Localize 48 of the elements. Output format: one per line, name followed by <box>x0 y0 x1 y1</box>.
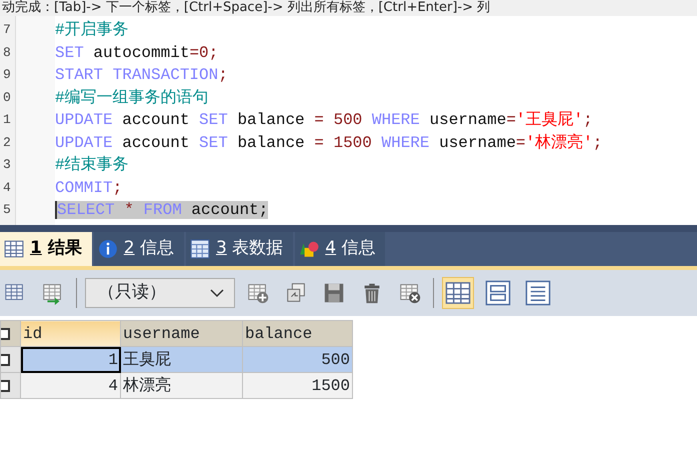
result-tab[interactable]: 1 结果 <box>0 232 92 266</box>
row-checkbox[interactable] <box>0 380 10 392</box>
info-icon <box>98 239 118 259</box>
code-line: UPDATE account SET balance = 500 WHERE username='王臭屁'; <box>55 111 593 129</box>
result-tab[interactable]: 3 表数据 <box>186 232 294 266</box>
mode-select[interactable]: （只读） <box>85 278 235 308</box>
line-number: 0 <box>3 88 12 106</box>
table-cell: 1 <box>20 346 120 372</box>
save-icon <box>322 281 346 305</box>
code-line: START TRANSACTION; <box>55 66 228 84</box>
code-line: COMMIT; <box>55 178 122 196</box>
code-line: #开启事务 <box>55 21 129 39</box>
line-number: 7 <box>3 21 12 39</box>
select-all-checkbox[interactable] <box>0 328 10 340</box>
shapes-icon <box>299 239 320 259</box>
result-tab[interactable]: 2 信息 <box>94 232 184 266</box>
line-number: 9 <box>3 66 12 84</box>
row-checkbox[interactable] <box>0 354 10 366</box>
column-header[interactable]: username <box>120 320 242 346</box>
text-lines-icon <box>525 280 551 306</box>
table-icon <box>190 239 210 259</box>
line-number: 1 <box>3 111 12 129</box>
code-line: #结束事务 <box>55 156 129 174</box>
grid-icon <box>4 239 24 259</box>
table-cell: 林漂亮 <box>120 372 242 398</box>
line-number: 4 <box>3 178 12 196</box>
line-number: 5 <box>3 201 12 219</box>
add-row-icon <box>246 281 270 305</box>
table-cell: 1500 <box>242 372 352 398</box>
code-line: SET autocommit=0; <box>55 44 218 62</box>
copy-row-icon <box>284 281 308 305</box>
line-number: 3 <box>3 156 12 174</box>
table-cell: 王臭屁 <box>120 346 242 372</box>
table-cell: 500 <box>242 346 352 372</box>
code-line: UPDATE account SET balance = 1500 WHERE username='林漂亮'; <box>55 134 602 152</box>
table-cell: 4 <box>20 372 120 398</box>
delete-row-icon <box>398 281 422 305</box>
code-line: #编写一组事务的语句 <box>55 88 209 106</box>
hint-text: 动完成：[Tab]-> 下一个标签，[Ctrl+Space]-> 列出所有标签，[Ctrl+Enter]-> 列 <box>0 0 697 16</box>
line-number: 2 <box>3 134 12 152</box>
column-header[interactable]: id <box>20 320 120 346</box>
grid-icon <box>445 280 471 306</box>
chevron-icon <box>210 288 224 298</box>
column-header[interactable]: balance <box>242 320 352 346</box>
line-number: 8 <box>3 44 12 62</box>
form-icon <box>485 280 511 306</box>
result-tab[interactable]: 4 信息 <box>295 232 386 266</box>
layout-button[interactable] <box>442 277 474 309</box>
